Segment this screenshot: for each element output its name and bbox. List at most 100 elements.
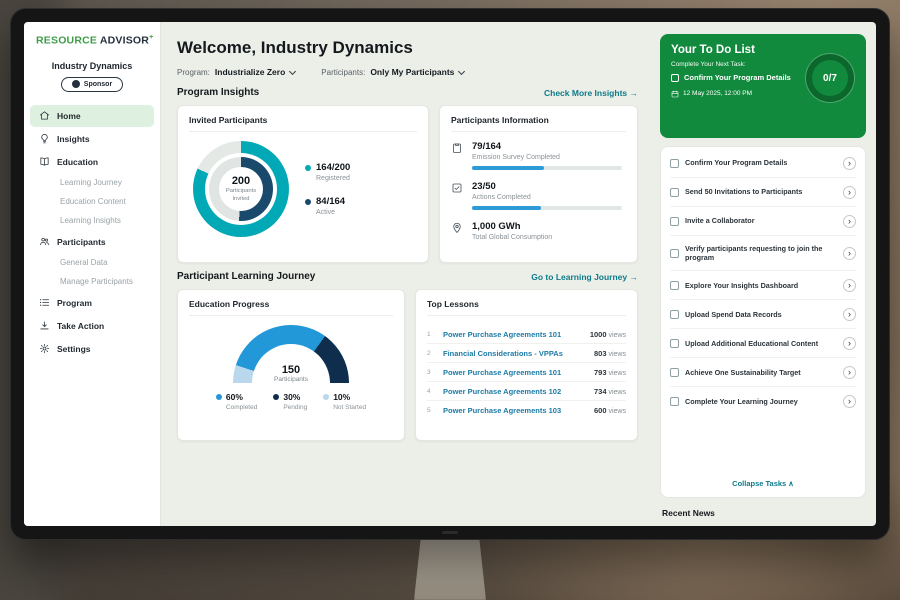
participants-select[interactable]: Participants: Only My Participants [321,67,464,77]
sidebar-item-manage-participants[interactable]: Manage Participants [30,273,154,291]
sidebar-item-learning-journey[interactable]: Learning Journey [30,174,154,192]
location-pin-icon [451,222,463,234]
card-title: Participants Information [451,115,626,132]
go-to-learning-journey-link[interactable]: Go to Learning Journey → [531,272,638,282]
chevron-right-icon[interactable]: › [843,247,856,260]
app-logo: RESOURCE ADVISOR+ [24,22,160,49]
checklist-icon [451,182,463,194]
due-date: 12 May 2025, 12:00 PM [683,90,752,97]
sidebar-item-insights[interactable]: Insights [30,128,154,150]
chevron-right-icon[interactable]: › [843,186,856,199]
lesson-link[interactable]: Power Purchase Agreements 101 [443,330,583,339]
chevron-down-icon [458,67,465,74]
card-title: Invited Participants [189,115,417,132]
todo-panel: Your To Do List Complete Your Next Task:… [650,22,876,526]
views-unit: views [608,408,626,415]
legend-value: 10% [333,392,350,402]
education-gauge-chart: 150 Participants [233,325,349,383]
task-row[interactable]: Upload Spend Data Records › [670,300,856,329]
checkbox-icon[interactable] [670,159,679,168]
task-row[interactable]: Explore Your Insights Dashboard › [670,271,856,300]
sidebar-item-label: Settings [57,344,91,354]
task-row[interactable]: Verify participants requesting to join t… [670,236,856,271]
sidebar-item-label: Learning Insights [60,216,121,225]
lesson-link[interactable]: Power Purchase Agreements 101 [443,368,587,377]
lesson-link[interactable]: Financial Considerations - VPPAs [443,349,587,358]
views-count: 803 [594,349,607,358]
invited-participants-card: Invited Participants 200 Participants In… [177,105,429,263]
sidebar-item-label: Education [57,157,98,167]
checkbox-icon[interactable] [670,188,679,197]
lesson-link[interactable]: Power Purchase Agreements 102 [443,387,587,396]
sidebar-item-education-content[interactable]: Education Content [30,193,154,211]
sidebar-item-label: General Data [60,258,108,267]
checkbox-icon[interactable] [671,74,679,82]
donut-center-value: 200 [232,175,250,187]
sidebar-item-participants[interactable]: Participants [30,231,154,253]
collapse-tasks-button[interactable]: Collapse Tasks ∧ [670,470,856,495]
legend-dot-blue [216,394,222,400]
chevron-right-icon[interactable]: › [843,157,856,170]
sidebar-item-label: Participants [57,237,106,247]
chevron-right-icon[interactable]: › [843,337,856,350]
checkbox-icon[interactable] [670,217,679,226]
sidebar-item-home[interactable]: Home [30,105,154,127]
sponsor-badge[interactable]: Sponsor [61,77,123,92]
sidebar-item-program[interactable]: Program [30,292,154,314]
sidebar-item-education[interactable]: Education [30,151,154,173]
legend-dot-teal [305,165,311,171]
lesson-link[interactable]: Power Purchase Agreements 103 [443,406,587,415]
chevron-right-icon[interactable]: › [843,366,856,379]
task-row[interactable]: Upload Additional Educational Content › [670,329,856,358]
chevron-right-icon[interactable]: › [843,395,856,408]
lesson-row: 3 Power Purchase Agreements 101 793 view… [427,363,626,382]
task-row[interactable]: Confirm Your Program Details › [670,149,856,178]
program-value: Industrialize Zero [215,67,285,77]
next-task-row[interactable]: Confirm Your Program Details [671,73,799,83]
lesson-row: 2 Financial Considerations - VPPAs 803 v… [427,344,626,363]
sidebar-item-label: Home [57,111,81,121]
checkbox-icon[interactable] [670,310,679,319]
list-icon [39,297,50,308]
legend-item: 60% Completed [216,392,257,411]
chevron-right-icon[interactable]: › [843,308,856,321]
legend-item: 10% Not Started [323,392,366,411]
check-more-insights-link[interactable]: Check More Insights → [544,88,638,98]
task-row[interactable]: Complete Your Learning Journey › [670,387,856,415]
sidebar-item-label: Manage Participants [60,277,133,286]
checkbox-icon[interactable] [670,249,679,258]
checkbox-icon[interactable] [670,368,679,377]
checkbox-icon[interactable] [670,281,679,290]
book-icon [39,156,50,167]
chevron-right-icon[interactable]: › [843,215,856,228]
sponsor-label: Sponsor [84,81,112,88]
task-label: Explore Your Insights Dashboard [685,281,837,291]
sidebar-item-general-data[interactable]: General Data [30,254,154,272]
monitor-stand [414,534,486,600]
checkbox-icon[interactable] [670,397,679,406]
views-unit: views [608,332,626,339]
task-row[interactable]: Achieve One Sustainability Target › [670,358,856,387]
sidebar-item-take-action[interactable]: Take Action [30,315,154,337]
program-insights-header: Program Insights Check More Insights → [177,87,638,98]
participants-information-card: Participants Information 79/164 Emission… [439,105,638,263]
program-select[interactable]: Program: Industrialize Zero [177,67,295,77]
main-content: Welcome, Industry Dynamics Program: Indu… [161,22,650,526]
task-row[interactable]: Invite a Collaborator › [670,207,856,236]
gear-icon [39,343,50,354]
insights-cards-row: Invited Participants 200 Participants In… [177,105,638,263]
lesson-row: 5 Power Purchase Agreements 103 600 view… [427,401,626,419]
task-row[interactable]: Send 50 Invitations to Participants › [670,178,856,207]
chevron-right-icon[interactable]: › [843,279,856,292]
recent-news-heading: Recent News [660,506,866,518]
sidebar-item-learning-insights[interactable]: Learning Insights [30,212,154,230]
learning-cards-row: Education Progress 150 Participants [177,289,638,441]
task-label: Upload Spend Data Records [685,310,837,320]
lesson-row: 1 Power Purchase Agreements 101 1000 vie… [427,325,626,344]
filter-bar: Program: Industrialize Zero Participants… [177,67,638,77]
sidebar-item-settings[interactable]: Settings [30,338,154,360]
checkbox-icon[interactable] [670,339,679,348]
legend-value: 30% [283,392,300,402]
participants-value: Only My Participants [370,67,454,77]
sidebar-item-label: Education Content [60,197,126,206]
